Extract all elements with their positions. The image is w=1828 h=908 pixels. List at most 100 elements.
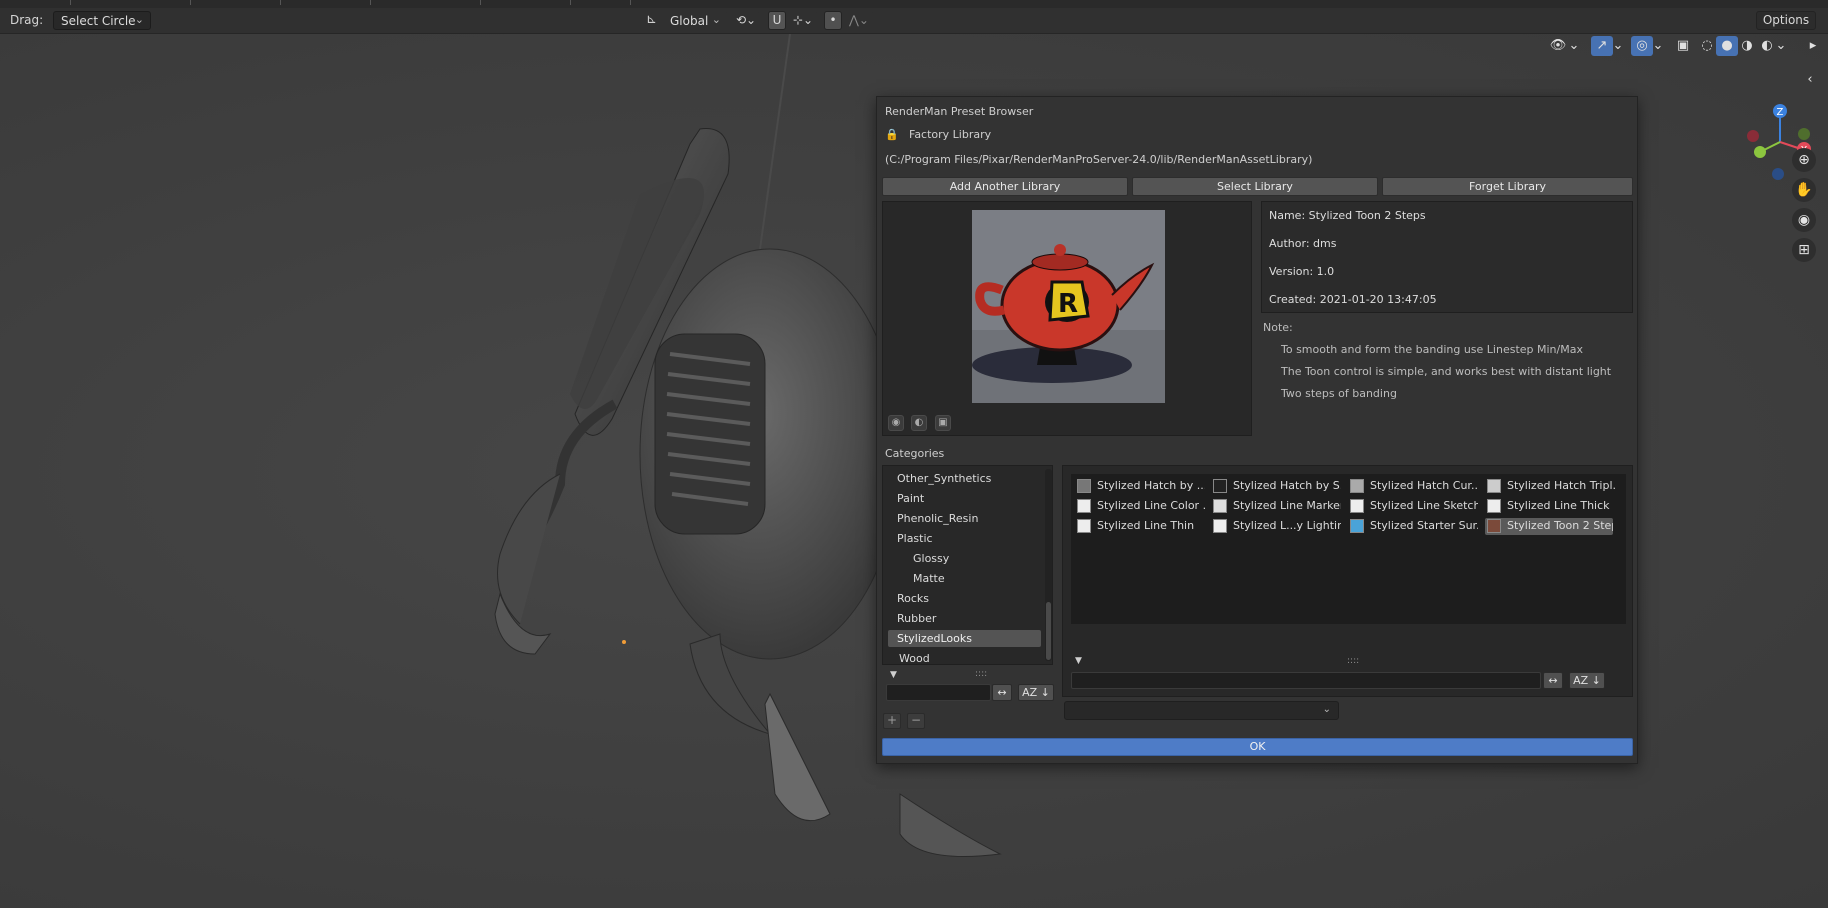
category-item[interactable]: Glossy: [913, 552, 949, 565]
wireframe-shading-icon[interactable]: ◌: [1696, 36, 1718, 56]
drag-mode-value: Select Circle: [61, 14, 136, 28]
asset-label: Stylized Line Thick: [1507, 499, 1610, 512]
library-row: 🔒 Factory Library: [885, 128, 991, 141]
asset-item[interactable]: Stylized L...y Lighting: [1211, 518, 1341, 535]
category-item[interactable]: Phenolic_Resin: [897, 512, 978, 525]
asset-label: Stylized Hatch by S...: [1233, 479, 1341, 492]
filter-toggle-icon[interactable]: ▼: [1075, 656, 1082, 666]
preset-author: Author: dms: [1269, 237, 1337, 250]
window-tab-strip: [0, 0, 1828, 8]
preset-info-panel: Name: Stylized Toon 2 Steps Author: dms …: [1261, 201, 1633, 313]
select-library-button[interactable]: Select Library: [1132, 177, 1378, 196]
category-item[interactable]: Rubber: [897, 612, 936, 625]
add-category-button[interactable]: +: [883, 713, 901, 729]
light-rig-icon[interactable]: ◉: [888, 415, 904, 431]
sphere-preview-icon[interactable]: ◐: [911, 415, 927, 431]
ok-button[interactable]: OK: [882, 738, 1633, 756]
lock-icon: 🔒: [885, 128, 899, 141]
chevron-down-icon: ⌄: [711, 13, 721, 26]
chevron-down-icon[interactable]: ⌄: [1567, 36, 1581, 56]
proportional-edit-icon[interactable]: •: [824, 11, 842, 30]
zoom-icon[interactable]: ⊕: [1792, 148, 1816, 172]
categories-list: Other_Synthetics Paint Phenolic_Resin Pl…: [882, 465, 1053, 665]
falloff-icon[interactable]: ⋀⌄: [844, 11, 874, 30]
chevron-down-icon[interactable]: ⌄: [1611, 36, 1625, 56]
snap-target-icon[interactable]: ⊹⌄: [788, 11, 818, 30]
overlays-icon[interactable]: ◎: [1631, 36, 1653, 56]
asset-thumbnail: [1487, 519, 1501, 533]
snap-icon[interactable]: ᑌ: [768, 11, 786, 30]
xray-icon[interactable]: ▣: [1672, 36, 1694, 56]
library-name: Factory Library: [909, 128, 992, 141]
chevron-down-icon: ⌄: [1322, 704, 1331, 715]
resize-grip-icon[interactable]: ::::: [975, 669, 987, 679]
asset-thumbnail: [1213, 519, 1227, 533]
asset-item[interactable]: Stylized Hatch by S...: [1211, 478, 1341, 495]
asset-label: Stylized Line Color ...: [1097, 499, 1205, 512]
assets-panel: Stylized Hatch by ... Stylized Hatch by …: [1062, 465, 1633, 697]
visibility-icon[interactable]: 👁: [1547, 36, 1569, 56]
invert-filter-icon[interactable]: ↔: [1543, 672, 1563, 689]
camera-icon[interactable]: ◉: [1792, 208, 1816, 232]
invert-filter-icon[interactable]: ↔: [992, 684, 1012, 701]
preset-created: Created: 2021-01-20 13:47:05: [1269, 293, 1437, 306]
preview-panel: R ◉ ◐ ▣: [882, 201, 1252, 436]
collapse-arrow-icon[interactable]: ‹: [1803, 70, 1817, 90]
forget-library-button[interactable]: Forget Library: [1382, 177, 1633, 196]
asset-item-selected[interactable]: Stylized Toon 2 Step: [1485, 518, 1613, 535]
asset-thumbnail: [1487, 499, 1501, 513]
perspective-grid-icon[interactable]: ⊞: [1792, 238, 1816, 262]
gizmo-toggle-icon[interactable]: ↗: [1591, 36, 1613, 56]
tab-divider: [70, 0, 191, 5]
chevron-down-icon[interactable]: ⌄: [1651, 36, 1665, 56]
sort-alpha-button[interactable]: AZ ↓: [1569, 672, 1605, 689]
category-item-selected[interactable]: StylizedLooks: [888, 630, 1041, 647]
category-item[interactable]: Paint: [897, 492, 924, 505]
asset-thumbnail: [1350, 499, 1364, 513]
filter-toggle-icon[interactable]: ▼: [890, 670, 897, 680]
teapot-preview-image: R: [972, 210, 1165, 403]
category-scrollbar-thumb[interactable]: [1046, 602, 1051, 660]
asset-thumbnail: [1350, 479, 1364, 493]
category-item[interactable]: Wood: [899, 652, 930, 665]
orientation-dropdown[interactable]: Global ⌄: [662, 11, 728, 30]
asset-item[interactable]: Stylized Starter Sur...: [1348, 518, 1478, 535]
tab-divider: [370, 0, 481, 5]
drag-label: Drag:: [10, 13, 44, 27]
asset-label: Stylized L...y Lighting: [1233, 519, 1341, 532]
asset-item[interactable]: Stylized Hatch Cur...: [1348, 478, 1478, 495]
asset-item[interactable]: Stylized Hatch by ...: [1075, 478, 1205, 495]
asset-item[interactable]: Stylized Hatch Tripl...: [1485, 478, 1615, 495]
sidebar-toggle-icon[interactable]: ▸: [1802, 36, 1824, 56]
category-item[interactable]: Plastic: [897, 532, 933, 545]
asset-item[interactable]: Stylized Line Color ...: [1075, 498, 1205, 515]
options-dropdown[interactable]: Options ⌄: [1756, 11, 1816, 44]
category-item[interactable]: Rocks: [897, 592, 929, 605]
note-line: To smooth and form the banding use Lines…: [1281, 343, 1583, 356]
tab-divider: [480, 0, 571, 5]
image-preview-icon[interactable]: ▣: [935, 415, 951, 431]
remove-category-button[interactable]: −: [907, 713, 925, 729]
tab-divider: [0, 0, 71, 5]
preset-action-dropdown[interactable]: ⌄: [1064, 701, 1339, 720]
asset-filter-input[interactable]: [1071, 672, 1541, 689]
pan-hand-icon[interactable]: ✋: [1792, 178, 1816, 202]
chevron-down-icon[interactable]: ⌄: [1774, 36, 1788, 56]
asset-item[interactable]: Stylized Line Sketch: [1348, 498, 1478, 515]
asset-item[interactable]: Stylized Line Thick: [1485, 498, 1615, 515]
resize-grip-icon[interactable]: ::::: [1347, 656, 1359, 666]
material-shading-icon[interactable]: ◑: [1736, 36, 1758, 56]
drag-mode-dropdown[interactable]: Select Circle ⌄: [53, 11, 151, 30]
chevron-down-icon: ⌄: [134, 13, 144, 26]
solid-shading-icon[interactable]: ●: [1716, 36, 1738, 56]
categories-label: Categories: [885, 447, 945, 460]
add-library-button[interactable]: Add Another Library: [882, 177, 1128, 196]
category-item[interactable]: Matte: [913, 572, 945, 585]
pivot-point-icon[interactable]: ⟲⌄: [732, 11, 760, 30]
category-item[interactable]: Other_Synthetics: [897, 472, 991, 485]
asset-thumbnail: [1350, 519, 1364, 533]
asset-item[interactable]: Stylized Line Marker: [1211, 498, 1341, 515]
asset-item[interactable]: Stylized Line Thin: [1075, 518, 1205, 535]
sort-alpha-button[interactable]: AZ ↓: [1018, 684, 1054, 701]
category-filter-input[interactable]: [886, 684, 991, 701]
